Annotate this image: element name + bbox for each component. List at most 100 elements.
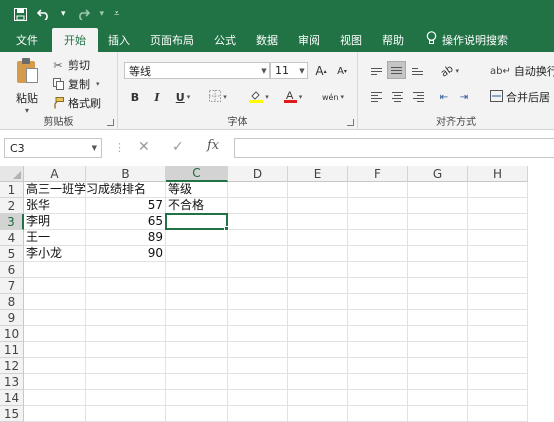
cell-g1[interactable] xyxy=(408,182,468,198)
cell-d8[interactable] xyxy=(228,294,288,310)
cell-a1[interactable]: 高三一班学习成绩排名 xyxy=(24,182,146,198)
cell-c14[interactable] xyxy=(166,390,228,406)
row-header-12[interactable]: 12 xyxy=(0,358,24,374)
tab-file[interactable]: 文件 xyxy=(0,28,52,52)
cell-b12[interactable] xyxy=(86,358,166,374)
cell-a14[interactable] xyxy=(24,390,86,406)
copy-dropdown-icon[interactable]: ▾ xyxy=(96,80,100,88)
cell-a9[interactable] xyxy=(24,310,86,326)
cell-d6[interactable] xyxy=(228,262,288,278)
cell-a5[interactable]: 李小龙 xyxy=(24,246,86,262)
cell-c9[interactable] xyxy=(166,310,228,326)
cell-h15[interactable] xyxy=(468,406,528,422)
select-all-button[interactable] xyxy=(0,166,24,182)
redo-dropdown-icon[interactable]: ▾ xyxy=(100,9,105,19)
cell-d4[interactable] xyxy=(228,230,288,246)
cell-d9[interactable] xyxy=(228,310,288,326)
tab-formulas[interactable]: 公式 xyxy=(204,28,246,52)
cell-g12[interactable] xyxy=(408,358,468,374)
cell-d1[interactable] xyxy=(228,182,288,198)
cell-e9[interactable] xyxy=(288,310,348,326)
cell-h12[interactable] xyxy=(468,358,528,374)
cell-f11[interactable] xyxy=(348,342,408,358)
cell-g8[interactable] xyxy=(408,294,468,310)
cell-h6[interactable] xyxy=(468,262,528,278)
decrease-indent-button[interactable]: ⇤ xyxy=(436,88,452,106)
name-box[interactable]: C3 ▼ xyxy=(4,138,102,158)
cell-e4[interactable] xyxy=(288,230,348,246)
cell-c15[interactable] xyxy=(166,406,228,422)
align-top-button[interactable] xyxy=(368,62,384,80)
cell-e11[interactable] xyxy=(288,342,348,358)
enter-icon[interactable]: ✓ xyxy=(172,139,184,155)
undo-icon[interactable] xyxy=(37,8,51,20)
column-header-f[interactable]: F xyxy=(348,166,408,182)
formula-input[interactable] xyxy=(234,138,554,158)
align-center-button[interactable] xyxy=(389,88,405,106)
cell-g15[interactable] xyxy=(408,406,468,422)
cell-d14[interactable] xyxy=(228,390,288,406)
increase-indent-button[interactable]: ⇥ xyxy=(456,88,472,106)
cell-h10[interactable] xyxy=(468,326,528,342)
cell-b3[interactable]: 65 xyxy=(86,214,166,230)
cell-c4[interactable] xyxy=(166,230,228,246)
format-painter-button[interactable]: 格式刷 xyxy=(52,95,101,111)
cell-f7[interactable] xyxy=(348,278,408,294)
tab-home[interactable]: 开始 xyxy=(52,28,98,52)
cell-a11[interactable] xyxy=(24,342,86,358)
row-header-2[interactable]: 2 xyxy=(0,198,24,214)
cell-h3[interactable] xyxy=(468,214,528,230)
align-right-button[interactable] xyxy=(410,88,426,106)
cell-e15[interactable] xyxy=(288,406,348,422)
bold-button[interactable]: B xyxy=(126,88,144,106)
cell-e12[interactable] xyxy=(288,358,348,374)
cell-h11[interactable] xyxy=(468,342,528,358)
tab-review[interactable]: 审阅 xyxy=(288,28,330,52)
cell-f12[interactable] xyxy=(348,358,408,374)
row-header-7[interactable]: 7 xyxy=(0,278,24,294)
phonetic-guide-button[interactable]: wén ▾ xyxy=(316,88,350,106)
cell-h2[interactable] xyxy=(468,198,528,214)
cell-e8[interactable] xyxy=(288,294,348,310)
cell-c11[interactable] xyxy=(166,342,228,358)
redo-icon[interactable] xyxy=(76,8,90,20)
column-header-c[interactable]: C xyxy=(166,166,228,182)
cell-c10[interactable] xyxy=(166,326,228,342)
cell-h13[interactable] xyxy=(468,374,528,390)
cell-e3[interactable] xyxy=(288,214,348,230)
column-header-e[interactable]: E xyxy=(288,166,348,182)
cell-b15[interactable] xyxy=(86,406,166,422)
tab-help[interactable]: 帮助 xyxy=(372,28,414,52)
tab-insert[interactable]: 插入 xyxy=(98,28,140,52)
cell-h1[interactable] xyxy=(468,182,528,198)
cell-h7[interactable] xyxy=(468,278,528,294)
cell-f2[interactable] xyxy=(348,198,408,214)
cell-b9[interactable] xyxy=(86,310,166,326)
tab-view[interactable]: 视图 xyxy=(330,28,372,52)
cell-f8[interactable] xyxy=(348,294,408,310)
tell-me-search[interactable]: 操作说明搜索 xyxy=(414,28,518,52)
cell-a6[interactable] xyxy=(24,262,86,278)
cell-a12[interactable] xyxy=(24,358,86,374)
cut-button[interactable]: ✂ 剪切 xyxy=(52,57,90,73)
fill-color-button[interactable]: ▾ xyxy=(244,88,274,106)
fill-handle[interactable] xyxy=(224,226,229,231)
row-header-3[interactable]: 3 xyxy=(0,214,24,230)
cell-c6[interactable] xyxy=(166,262,228,278)
cell-c7[interactable] xyxy=(166,278,228,294)
cell-h8[interactable] xyxy=(468,294,528,310)
column-header-g[interactable]: G xyxy=(408,166,468,182)
cell-e7[interactable] xyxy=(288,278,348,294)
row-header-9[interactable]: 9 xyxy=(0,310,24,326)
cell-a4[interactable]: 王一 xyxy=(24,230,86,246)
column-header-b[interactable]: B xyxy=(86,166,166,182)
cell-c12[interactable] xyxy=(166,358,228,374)
row-header-13[interactable]: 13 xyxy=(0,374,24,390)
row-header-15[interactable]: 15 xyxy=(0,406,24,422)
cell-h4[interactable] xyxy=(468,230,528,246)
orientation-button[interactable]: ab ▾ xyxy=(436,62,464,80)
cell-e1[interactable] xyxy=(288,182,348,198)
cell-b7[interactable] xyxy=(86,278,166,294)
cell-e13[interactable] xyxy=(288,374,348,390)
cell-a3[interactable]: 李明 xyxy=(24,214,86,230)
